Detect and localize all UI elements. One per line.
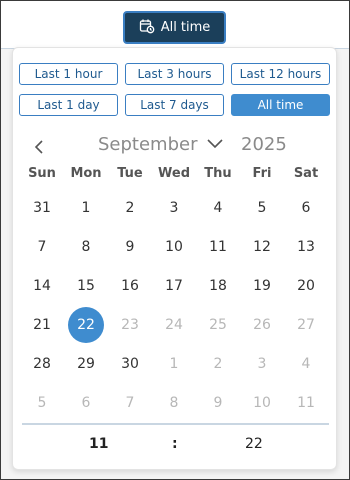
weekday-thu: Thu (204, 166, 232, 181)
day-cell[interactable]: 9 (112, 229, 148, 265)
day-cell[interactable]: 10 (156, 229, 192, 265)
weekday-sat: Sat (293, 166, 319, 181)
day-cell[interactable]: 15 (68, 268, 104, 304)
day-cell[interactable]: 2 (112, 190, 148, 226)
day-cell[interactable]: 8 (68, 229, 104, 265)
time-separator: : (172, 436, 178, 452)
day-cell[interactable]: 24 (156, 307, 192, 343)
day-cell[interactable]: 11 (200, 229, 236, 265)
range-button-all-time[interactable]: All time (231, 94, 330, 116)
day-cell[interactable]: 5 (24, 385, 60, 421)
year-select[interactable]: 2025 (241, 134, 287, 155)
day-cell[interactable]: 8 (156, 385, 192, 421)
minute-input[interactable]: 22 (245, 436, 263, 452)
day-cell[interactable]: 9 (200, 385, 236, 421)
range-button-last-1-day[interactable]: Last 1 day (19, 94, 118, 116)
day-cell[interactable]: 13 (288, 229, 324, 265)
weekday-mon: Mon (70, 166, 102, 181)
month-label: September (98, 134, 198, 155)
month-select[interactable]: September (98, 134, 224, 155)
day-cell[interactable]: 30 (112, 346, 148, 382)
weekday-tue: Tue (117, 166, 143, 181)
chevron-down-icon (206, 134, 224, 155)
day-cell[interactable]: 18 (200, 268, 236, 304)
day-cell[interactable]: 7 (24, 229, 60, 265)
range-button-last-7-days[interactable]: Last 7 days (125, 94, 224, 116)
day-cell[interactable]: 6 (288, 190, 324, 226)
weekday-wed: Wed (158, 166, 190, 181)
day-cell[interactable]: 12 (244, 229, 280, 265)
day-cell[interactable]: 10 (244, 385, 280, 421)
day-cell[interactable]: 31 (24, 190, 60, 226)
day-cell[interactable]: 4 (288, 346, 324, 382)
range-button-last-1-hour[interactable]: Last 1 hour (19, 63, 118, 85)
range-button-last-12-hours[interactable]: Last 12 hours (231, 63, 330, 85)
day-cell[interactable]: 4 (200, 190, 236, 226)
day-cell[interactable]: 14 (24, 268, 60, 304)
day-cell[interactable]: 26 (244, 307, 280, 343)
day-cell[interactable]: 23 (112, 307, 148, 343)
calendar-clock-icon (139, 18, 155, 38)
day-cell[interactable]: 29 (68, 346, 104, 382)
day-cell[interactable]: 25 (200, 307, 236, 343)
day-cell[interactable]: 3 (244, 346, 280, 382)
weekday-sun: Sun (28, 166, 56, 181)
weekday-fri: Fri (252, 166, 272, 181)
range-button-last-3-hours[interactable]: Last 3 hours (125, 63, 224, 85)
day-cell[interactable]: 11 (288, 385, 324, 421)
day-cell[interactable]: 17 (156, 268, 192, 304)
day-cell[interactable]: 5 (244, 190, 280, 226)
day-cell[interactable]: 20 (288, 268, 324, 304)
day-cell[interactable]: 7 (112, 385, 148, 421)
trigger-label: All time (160, 20, 211, 35)
day-cell-selected[interactable]: 22 (68, 307, 104, 343)
day-cell[interactable]: 28 (24, 346, 60, 382)
day-cell[interactable]: 1 (68, 190, 104, 226)
time-divider (22, 423, 329, 425)
day-cell[interactable]: 21 (24, 307, 60, 343)
month-navigation: September 2025 (24, 132, 324, 160)
day-cell[interactable]: 19 (244, 268, 280, 304)
previous-month-icon[interactable] (32, 138, 46, 156)
day-cell[interactable]: 1 (156, 346, 192, 382)
day-cell[interactable]: 6 (68, 385, 104, 421)
day-cell[interactable]: 16 (112, 268, 148, 304)
hour-input[interactable]: 11 (89, 436, 108, 452)
day-cell[interactable]: 27 (288, 307, 324, 343)
day-cell[interactable]: 3 (156, 190, 192, 226)
time-range-trigger-button[interactable]: All time (123, 11, 226, 44)
day-cell[interactable]: 2 (200, 346, 236, 382)
